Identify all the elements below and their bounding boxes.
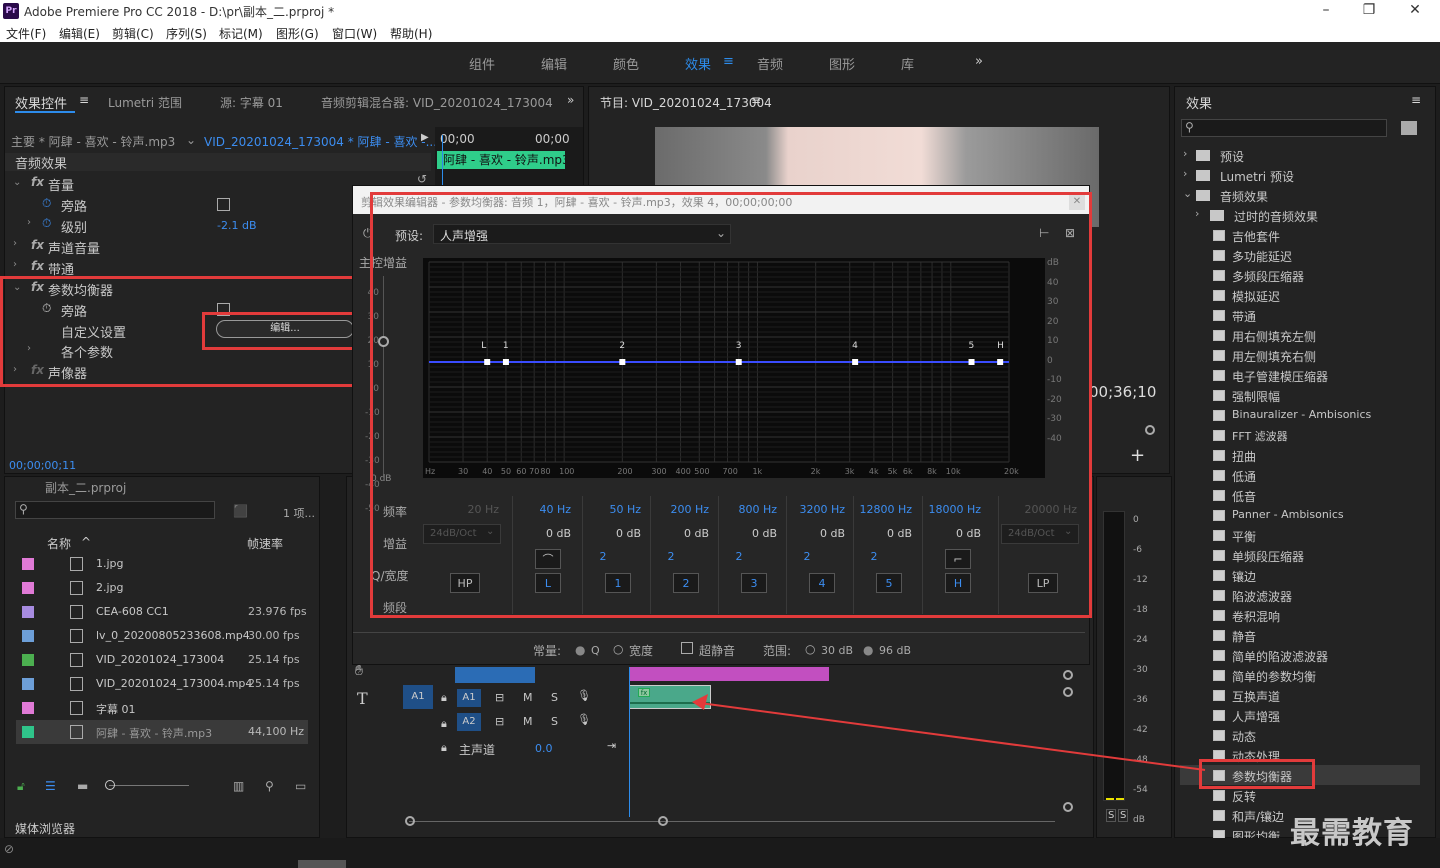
watermark-text: 最需教育	[1290, 816, 1414, 851]
taskbar-item	[298, 860, 346, 868]
annotation-arrows	[692, 694, 1206, 771]
annotation-arrow-line	[699, 702, 1206, 771]
status-bar: ⊘	[0, 838, 1440, 868]
annotation-arrow-head	[692, 694, 708, 710]
status-icon: ⊘	[4, 842, 15, 856]
